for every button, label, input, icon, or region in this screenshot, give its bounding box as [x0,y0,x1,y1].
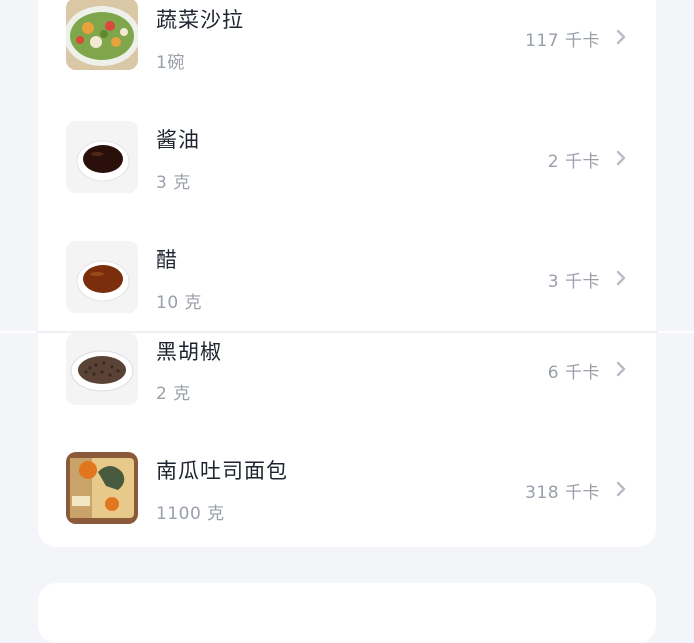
food-name: 酱油 [156,128,200,152]
food-row-vinegar[interactable]: 醋 10 克 3 千卡 [66,241,636,317]
food-calories: 3 千卡 [547,272,600,292]
food-row-soy-sauce[interactable]: 酱油 3 克 2 千卡 [66,121,636,197]
chevron-right-icon [612,359,630,379]
chevron-right-icon [612,148,630,168]
food-calories: 318 千卡 [525,483,600,503]
food-row-black-pepper[interactable]: 黑胡椒 2 克 6 千卡 [66,333,636,409]
food-amount: 10 克 [156,293,203,313]
food-calories: 2 千卡 [547,152,600,172]
black-pepper-thumbnail [66,333,138,405]
food-amount: 3 克 [156,173,191,193]
chevron-right-icon [612,27,630,47]
food-name: 南瓜吐司面包 [156,459,288,483]
food-amount: 2 克 [156,384,191,404]
food-amount: 1100 克 [156,504,225,524]
soy-sauce-thumbnail [66,121,138,193]
food-row-salad[interactable]: 蔬菜沙拉 1碗 117 千卡 [66,0,636,76]
food-calories: 117 千卡 [525,31,600,51]
salad-thumbnail [66,0,138,70]
food-row-pumpkin-toast[interactable]: 南瓜吐司面包 1100 克 318 千卡 [66,452,636,528]
food-name: 黑胡椒 [156,340,222,364]
chevron-right-icon [612,268,630,288]
food-name: 醋 [156,248,178,272]
food-amount: 1碗 [156,53,185,73]
chevron-right-icon [612,479,630,499]
vinegar-thumbnail [66,241,138,313]
food-name: 蔬菜沙拉 [156,8,244,32]
food-calories: 6 千卡 [547,363,600,383]
pumpkin-toast-thumbnail [66,452,138,524]
next-section-card [38,583,656,643]
